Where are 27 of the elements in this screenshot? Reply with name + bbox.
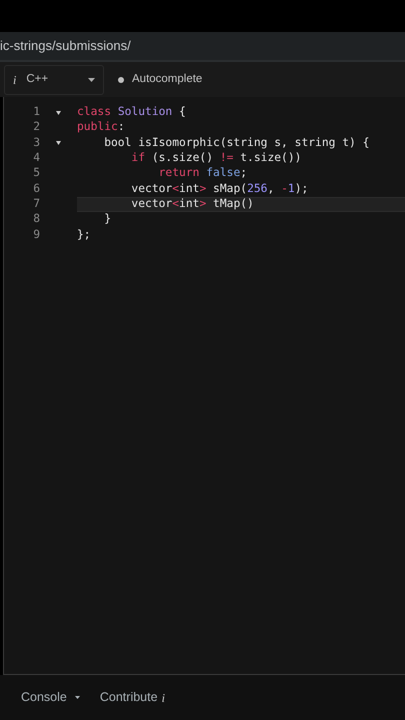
caret-icon <box>88 78 95 82</box>
line-number: 7 <box>32 196 40 212</box>
line-number: 9 <box>32 226 40 243</box>
code-line: public: <box>77 120 126 136</box>
line-number: 8 <box>32 211 40 228</box>
fold-arrow-icon[interactable] <box>56 141 61 146</box>
code-line: vector<int> sMap(256, -1); <box>130 181 310 197</box>
line-number: 5 <box>32 165 40 182</box>
code-line: bool isIsomorphic(string s, string t) { <box>103 136 370 151</box>
fold-arrow-icon[interactable] <box>56 110 61 115</box>
language-dropdown[interactable]: i C++ <box>4 64 104 94</box>
code-line: }; <box>77 227 92 243</box>
line-number: 2 <box>32 119 40 136</box>
autocomplete-label[interactable]: Autocomplete <box>132 70 202 88</box>
contribute-button[interactable]: Contribute i <box>100 688 165 707</box>
line-number: 1 <box>32 104 40 120</box>
info-icon: i <box>13 70 16 88</box>
code-line: class Solution { <box>77 105 187 120</box>
code-line: if (s.size() != t.size()) <box>130 150 302 166</box>
toggle-dot[interactable] <box>118 76 124 82</box>
code-line: return false; <box>158 166 248 182</box>
line-number: 6 <box>32 180 40 197</box>
line-number: 3 <box>32 134 40 151</box>
console-button[interactable]: Console <box>21 688 80 707</box>
line-number: 4 <box>32 150 40 166</box>
code-line: } <box>103 212 112 228</box>
caret-icon <box>74 696 80 699</box>
